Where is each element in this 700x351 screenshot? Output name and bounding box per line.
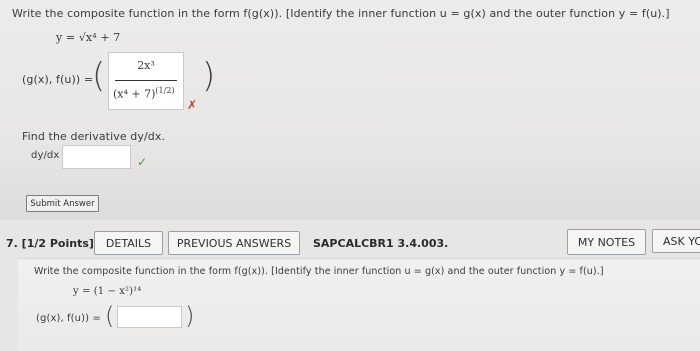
ask-your-teacher-button[interactable]: ASK YO bbox=[652, 229, 700, 253]
my-notes-button[interactable]: MY NOTES bbox=[567, 229, 646, 255]
course-code: SAPCALCBR1 3.4.003. bbox=[313, 237, 449, 250]
q6-derivative-label: dy/dx = bbox=[31, 150, 72, 161]
incorrect-x-icon: ✗ bbox=[187, 98, 198, 112]
q6-given-function: y = √x⁴ + 7 bbox=[56, 31, 121, 44]
q6-denominator-exponent: (1/2) bbox=[155, 86, 175, 95]
q6-instruction: Write the composite function in the form… bbox=[12, 7, 670, 20]
submit-answer-button[interactable]: Submit Answer bbox=[26, 195, 99, 212]
q6-pair-label: (g(x), f(u)) = bbox=[22, 73, 94, 86]
q7-pair-input[interactable] bbox=[117, 306, 182, 328]
q7-pair-label: (g(x), f(u)) = bbox=[36, 313, 101, 324]
q7-number-label: 7. [1/2 Points] bbox=[6, 237, 94, 250]
q6-fraction-denominator: (x⁴ + 7)(1/2) bbox=[113, 86, 175, 101]
q6-denominator-base: (x⁴ + 7) bbox=[113, 87, 156, 101]
q6-fraction-numerator: 2x³ bbox=[137, 59, 155, 72]
fraction-bar bbox=[115, 80, 177, 81]
q7-instruction: Write the composite function in the form… bbox=[34, 266, 604, 277]
question-7-header: 7. [1/2 Points] DETAILS PREVIOUS ANSWERS… bbox=[0, 226, 700, 258]
q6-answer-fraction-box[interactable]: 2x³ (x⁴ + 7)(1/2) bbox=[108, 52, 184, 110]
details-button[interactable]: DETAILS bbox=[94, 231, 163, 255]
q6-close-paren: ) bbox=[202, 56, 216, 96]
dy-dx-input[interactable] bbox=[62, 145, 131, 169]
q6-derivative-prompt: Find the derivative dy/dx. bbox=[22, 130, 166, 143]
q7-given-function: y = (1 − x²)¹⁴ bbox=[73, 286, 142, 297]
previous-answers-button[interactable]: PREVIOUS ANSWERS bbox=[168, 231, 300, 255]
q7-open-paren: ( bbox=[105, 302, 115, 330]
q7-close-paren: ) bbox=[185, 302, 195, 330]
correct-check-icon: ✓ bbox=[137, 155, 148, 169]
q6-open-paren: ( bbox=[92, 56, 106, 96]
